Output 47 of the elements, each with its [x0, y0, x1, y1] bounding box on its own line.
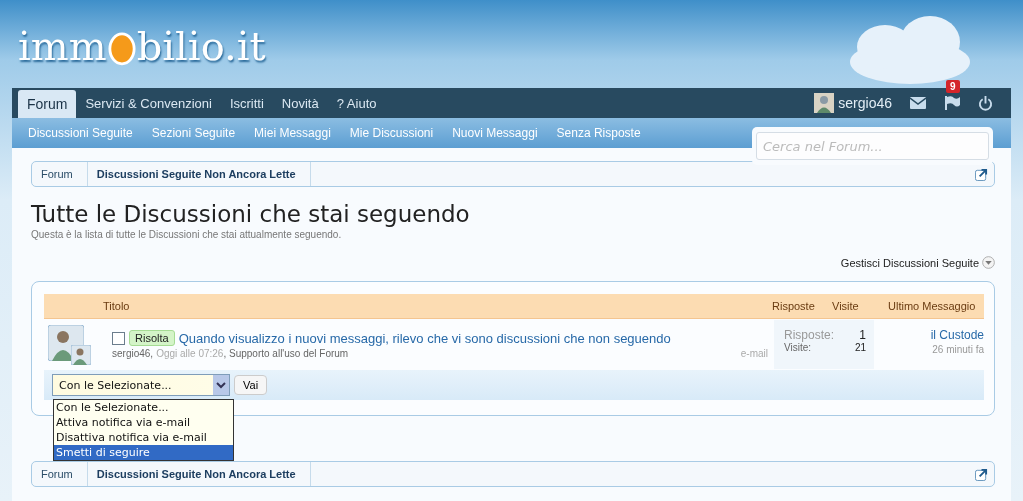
go-button[interactable]: Vai	[234, 375, 268, 395]
breadcrumb-link[interactable]: Discussioni Seguite Non Ancora Lette	[87, 162, 311, 186]
dropdown-option[interactable]: Disattiva notifica via e-mail	[54, 430, 233, 445]
last-poster-link[interactable]: il Custode	[930, 328, 984, 342]
mail-icon[interactable]	[910, 97, 926, 109]
jump-icon[interactable]	[975, 467, 988, 481]
forum-link[interactable]: , Supporto all'uso del Forum	[223, 348, 349, 359]
caret-icon	[213, 375, 229, 395]
nav-tab[interactable]: Servizi & Convenzioni	[76, 88, 221, 118]
flag-icon[interactable]	[944, 96, 960, 110]
manage-menu-link[interactable]: Gestisci Discussioni Seguite	[840, 256, 979, 269]
replies-label: Risposte:	[784, 328, 835, 342]
replies-count: 1	[859, 328, 866, 342]
status-tag: Risolta	[129, 330, 175, 346]
username-link[interactable]: sergio46	[838, 95, 892, 111]
author-link[interactable]: sergio46,	[112, 348, 154, 359]
column-header: Titolo	[103, 300, 131, 312]
thread-title-link[interactable]: Quando visualizzo i nuovi messaggi, rilevo che vi sono discussioni che non seguendo	[178, 330, 671, 346]
alert-count-badge: 9	[946, 80, 960, 93]
row-checkbox[interactable]	[112, 331, 125, 345]
jump-icon[interactable]	[975, 167, 988, 181]
breadcrumb-link[interactable]: Forum	[32, 462, 88, 486]
last-post-time: 26 minuti fa	[932, 344, 984, 355]
logo-text: imm	[18, 24, 107, 68]
column-header: Visite	[832, 300, 860, 312]
dropdown-option[interactable]: Con le Selezionate...	[54, 400, 233, 415]
dropdown-icon[interactable]	[982, 256, 995, 269]
breadcrumb-link[interactable]: Discussioni Seguite Non Ancora Lette	[87, 462, 311, 486]
dropdown-option[interactable]: Attiva notifica via e-mail	[54, 415, 233, 430]
avatar-icon	[814, 93, 835, 113]
dropdown-option[interactable]: Smetti di seguire	[54, 445, 233, 460]
nav-tab[interactable]: Forum	[18, 90, 77, 118]
nav-tab[interactable]: ? Aiuto	[327, 88, 386, 118]
column-header: Risposte	[772, 300, 816, 312]
column-header: Ultimo Messaggio	[888, 300, 977, 312]
bulk-action-select[interactable]: Con le Selezionate...	[52, 374, 230, 396]
power-icon[interactable]	[978, 95, 993, 111]
notify-label: e-mail	[740, 348, 768, 359]
page-title: Tutte le Discussioni che stai seguendo	[31, 201, 471, 227]
views-label: Visite:	[784, 342, 812, 353]
nav-tab[interactable]: Novità	[272, 88, 328, 118]
views-count: 21	[854, 342, 866, 353]
nav-tab[interactable]: Iscritti	[220, 88, 273, 118]
logo-text: bilio.it	[136, 24, 266, 68]
breadcrumb-link[interactable]: Forum	[32, 162, 88, 186]
page-description: Questa è la lista di tutte le Discussioni che stai attualmente seguendo.	[31, 229, 343, 240]
search-field[interactable]: Cerca nel Forum...	[756, 132, 989, 160]
